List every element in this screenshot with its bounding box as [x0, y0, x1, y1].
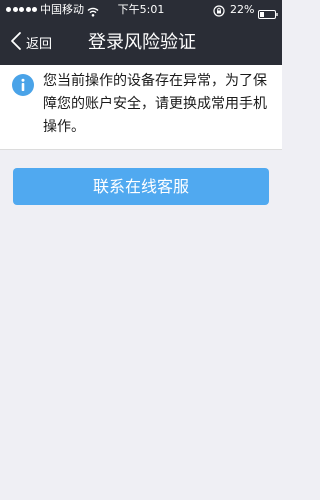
- info-icon: [12, 74, 34, 100]
- risk-notice-text: 您当前操作的设备存在异常，为了保障您的账户安全，请更换成常用手机操作。: [43, 73, 267, 135]
- battery-percent: 22%: [230, 3, 255, 16]
- navigation-bar: 返回 登录风险验证: [0, 20, 282, 65]
- risk-notice-panel: 您当前操作的设备存在异常，为了保障您的账户安全，请更换成常用手机操作。: [0, 65, 282, 150]
- status-bar: 中国移动 下午5:01 22%: [0, 0, 282, 20]
- page-title: 登录风险验证: [88, 32, 196, 53]
- chevron-left-icon: [10, 31, 22, 55]
- contact-online-support-button[interactable]: 联系在线客服: [13, 168, 269, 205]
- back-button[interactable]: 返回: [10, 20, 52, 65]
- top-bar: 中国移动 下午5:01 22% 返回 登录风险验证: [0, 0, 282, 65]
- back-label: 返回: [26, 37, 53, 52]
